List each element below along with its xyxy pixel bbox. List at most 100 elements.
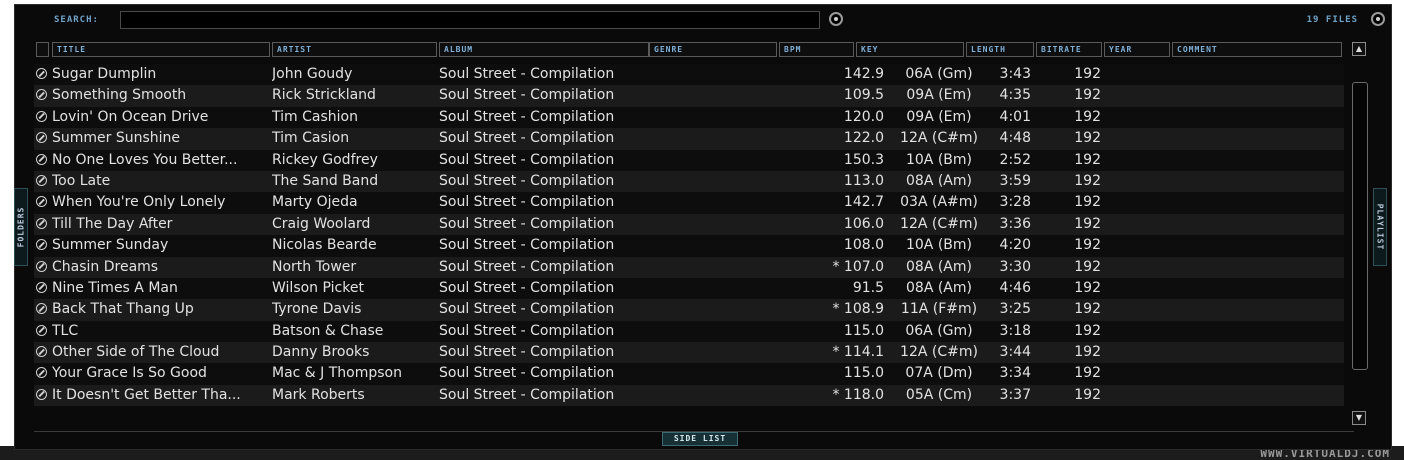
table-row[interactable]: Nine Times A Man Wilson Picket Soul Street…: [34, 277, 1344, 300]
column-header-length[interactable]: LENGTH: [966, 42, 1034, 57]
table-row[interactable]: Till The Day After Craig Woolard Soul Stre…: [34, 213, 1344, 236]
track-artist: Tim Cashion: [272, 108, 358, 125]
track-bitrate: 192: [1074, 279, 1101, 296]
track-artist: Mark Roberts: [272, 386, 365, 403]
column-header-artist[interactable]: ARTIST: [272, 42, 437, 57]
track-title: Summer Sunday: [52, 237, 169, 254]
table-row[interactable]: Summer Sunshine Tim Casion Soul Street - C…: [34, 128, 1344, 150]
track-album: Soul Street - Compilation: [439, 279, 615, 296]
track-status-icon: [36, 153, 47, 165]
track-bpm: 142.7: [843, 194, 884, 211]
table-row[interactable]: Summer Sunday Nicolas Bearde Soul Street -…: [34, 235, 1344, 257]
track-bpm: 113.0: [843, 172, 884, 189]
track-artist: Nicolas Bearde: [272, 237, 377, 254]
track-bitrate: 192: [1074, 194, 1101, 211]
track-bpm: 109.5: [843, 87, 884, 104]
track-bpm: 106.0: [843, 215, 884, 232]
track-title: Sugar Dumplin: [52, 66, 157, 82]
track-bitrate: 192: [1074, 87, 1101, 104]
files-options-icon[interactable]: [1371, 12, 1385, 26]
search-input[interactable]: [120, 11, 820, 29]
track-bitrate: 192: [1074, 151, 1101, 168]
table-row[interactable]: No One Loves You Better... Rickey Godfrey…: [34, 149, 1344, 171]
table-row[interactable]: Too Late The Sand Band Soul Street - Compi…: [34, 170, 1344, 193]
column-header-key[interactable]: KEY: [856, 42, 964, 57]
track-status-icon: [36, 388, 47, 400]
track-bitrate: 192: [1074, 258, 1101, 275]
track-album: Soul Street - Compilation: [439, 258, 615, 275]
track-bitrate: 192: [1074, 237, 1101, 254]
folders-tab[interactable]: FOLDERS: [14, 188, 28, 266]
table-row[interactable]: When You're Only Lonely Marty Ojeda Soul S…: [34, 192, 1344, 214]
playlist-tab-label: PLAYLIST: [1375, 203, 1385, 251]
track-album: Soul Street - Compilation: [439, 194, 615, 211]
table-row[interactable]: TLC Batson & Chase Soul Street - Compilati…: [34, 320, 1344, 343]
playlist-tab[interactable]: PLAYLIST: [1373, 188, 1387, 266]
track-bpm: 142.9: [843, 66, 884, 82]
column-header-row: TITLE ARTIST ALBUM GENRE BPM KEY LENGTH …: [34, 42, 1344, 58]
track-album: Soul Street - Compilation: [439, 365, 615, 382]
track-album: Soul Street - Compilation: [439, 215, 615, 232]
track-bpm: 115.0: [843, 322, 884, 339]
track-artist: Rick Strickland: [272, 87, 376, 104]
track-artist: John Goudy: [272, 66, 353, 82]
track-artist: Danny Brooks: [272, 344, 370, 361]
column-header-title[interactable]: TITLE: [52, 42, 270, 57]
table-row[interactable]: Back That Thang Up Tyrone Davis Soul Stree…: [34, 299, 1344, 321]
track-title: Till The Day After: [52, 215, 173, 232]
track-artist: The Sand Band: [272, 172, 379, 189]
column-header-album[interactable]: ALBUM: [439, 42, 649, 57]
table-row[interactable]: Lovin' On Ocean Drive Tim Cashion Soul Str…: [34, 106, 1344, 129]
track-bitrate: 192: [1074, 108, 1101, 125]
track-bpm: 122.0: [843, 130, 884, 147]
track-album: Soul Street - Compilation: [439, 386, 615, 403]
track-title: Too Late: [52, 172, 111, 189]
scroll-down-arrow-icon[interactable]: ▼: [1352, 411, 1366, 425]
side-list-button[interactable]: SIDE LIST: [662, 432, 738, 446]
track-status-icon: [36, 324, 47, 336]
folders-tab-label: FOLDERS: [16, 206, 26, 248]
track-artist: Tyrone Davis: [272, 301, 362, 318]
track-length: 4:01: [999, 108, 1031, 125]
column-header-genre[interactable]: GENRE: [649, 42, 777, 57]
track-bitrate: 192: [1074, 172, 1101, 189]
track-bpm: * 108.9: [832, 301, 884, 318]
track-album: Soul Street - Compilation: [439, 66, 615, 82]
column-header-comment[interactable]: COMMENT: [1172, 42, 1342, 57]
track-artist: Rickey Godfrey: [272, 151, 378, 168]
scroll-up-arrow-icon[interactable]: ▲: [1352, 42, 1366, 56]
track-status-icon: [36, 239, 47, 251]
track-length: 3:25: [999, 301, 1031, 318]
table-row[interactable]: Something Smooth Rick Strickland Soul Stre…: [34, 85, 1344, 107]
table-row[interactable]: Chasin Dreams North Tower Soul Street - Co…: [34, 256, 1344, 278]
track-album: Soul Street - Compilation: [439, 151, 615, 168]
table-row[interactable]: Sugar Dumplin John Goudy Soul Street - Com…: [34, 64, 1344, 86]
track-status-icon: [36, 110, 47, 122]
track-title: Lovin' On Ocean Drive: [52, 108, 209, 125]
track-bitrate: 192: [1074, 322, 1101, 339]
scrollbar-track[interactable]: [1352, 82, 1368, 370]
table-row[interactable]: It Doesn't Get Better Tha... Mark Roberts…: [34, 384, 1344, 407]
column-header-bpm[interactable]: BPM: [779, 42, 854, 57]
track-length: 3:18: [999, 322, 1031, 339]
track-status-icon: [36, 132, 47, 144]
file-list: TITLE ARTIST ALBUM GENRE BPM KEY LENGTH …: [34, 42, 1344, 407]
table-row[interactable]: Your Grace Is So Good Mac & J Thompson Sou…: [34, 363, 1344, 385]
track-album: Soul Street - Compilation: [439, 322, 615, 339]
track-length: 3:36: [999, 215, 1031, 232]
column-header-year[interactable]: YEAR: [1104, 42, 1170, 57]
track-status-icon: [36, 260, 47, 272]
track-title: Back That Thang Up: [52, 301, 194, 318]
track-title: Summer Sunshine: [52, 130, 181, 147]
track-length: 3:44: [999, 344, 1031, 361]
track-album: Soul Street - Compilation: [439, 237, 615, 254]
track-bitrate: 192: [1074, 66, 1101, 82]
track-bpm: 120.0: [843, 108, 884, 125]
track-length: 3:30: [999, 258, 1031, 275]
select-all-checkbox[interactable]: [36, 42, 49, 57]
column-header-bitrate[interactable]: BITRATE: [1036, 42, 1102, 57]
search-options-icon[interactable]: [829, 12, 843, 26]
table-row[interactable]: Other Side of The Cloud Danny Brooks Soul …: [34, 342, 1344, 364]
track-album: Soul Street - Compilation: [439, 344, 615, 361]
track-bpm: 115.0: [843, 365, 884, 382]
